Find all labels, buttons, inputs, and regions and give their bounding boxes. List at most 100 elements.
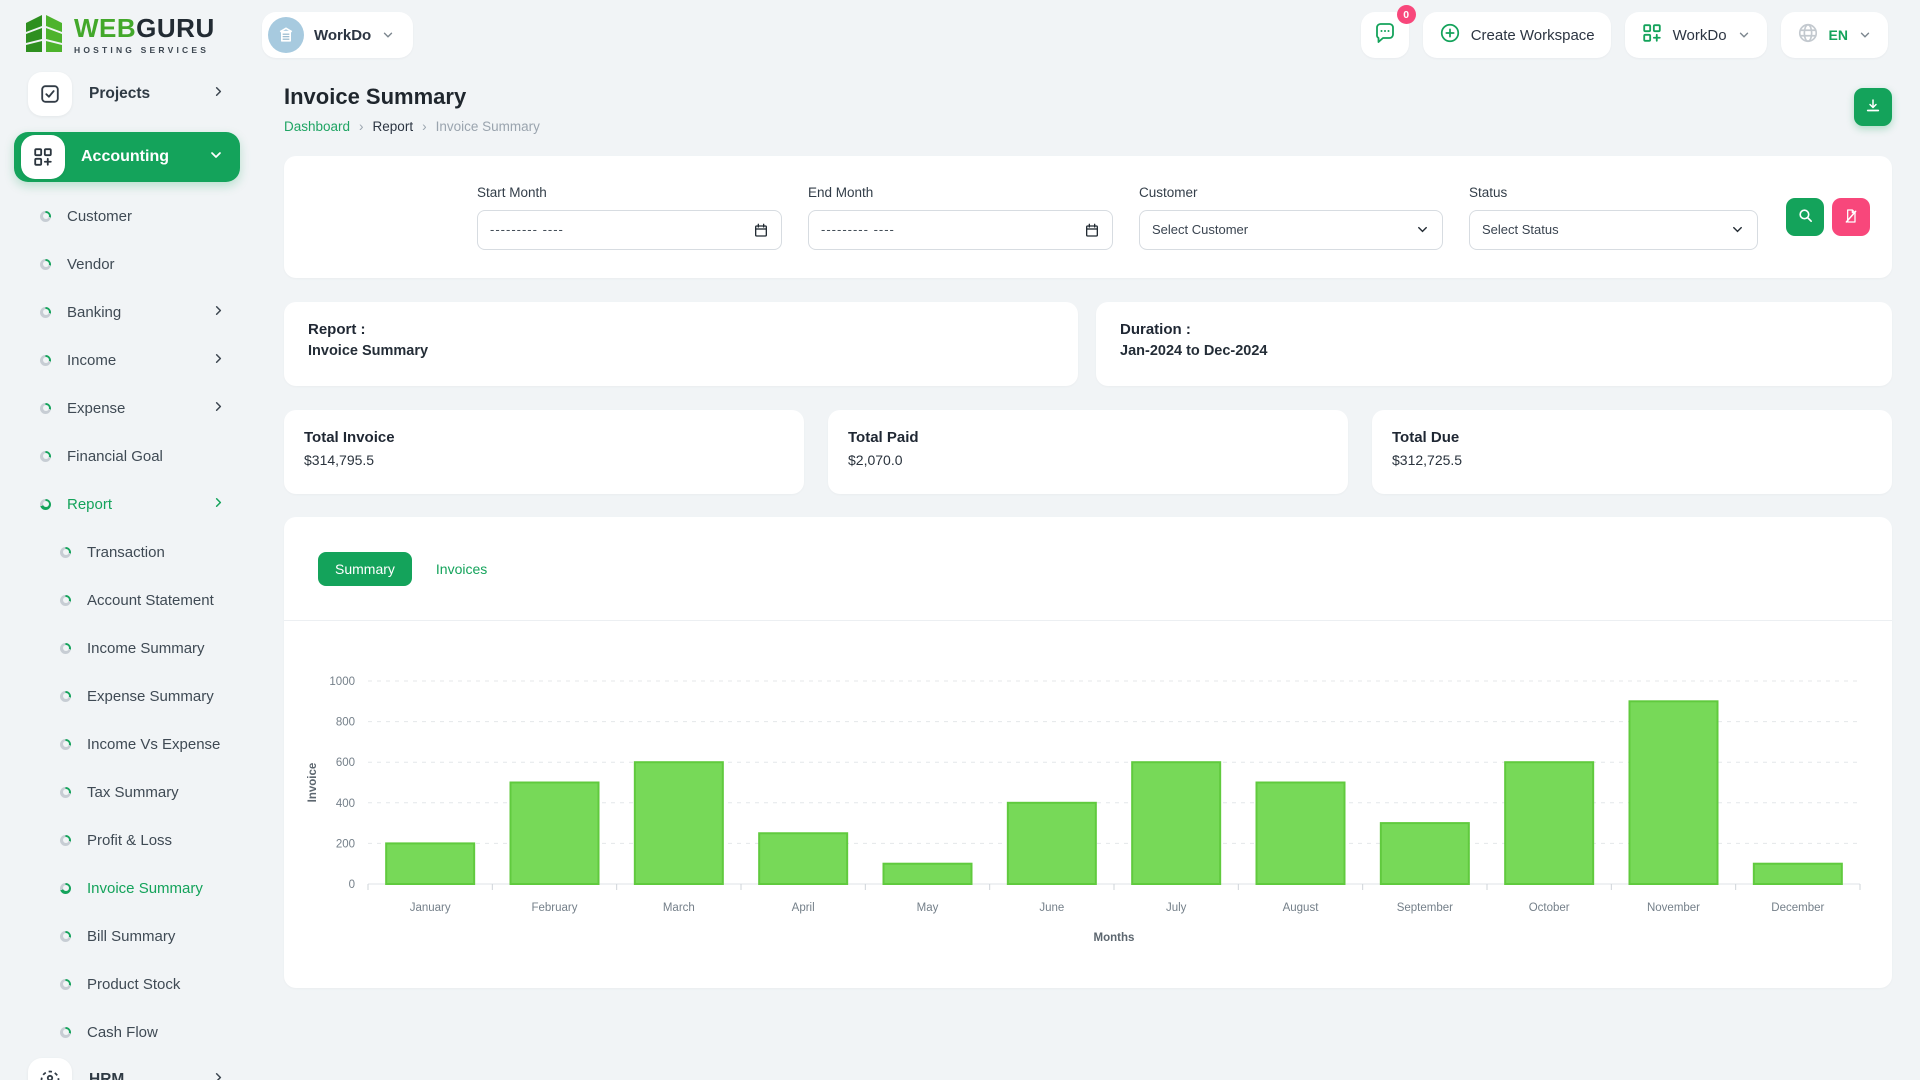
bullet-donut-icon xyxy=(40,354,51,366)
end-month-input[interactable]: --------- ---- xyxy=(808,209,1113,250)
sidebar-item-banking[interactable]: Banking xyxy=(0,288,258,336)
bullet-donut-icon xyxy=(60,738,71,750)
apply-filter-button[interactable] xyxy=(1786,198,1824,236)
messages-button[interactable]: 0 xyxy=(1360,5,1416,58)
total-card-total-due: Total Due $312,725.5 xyxy=(1372,410,1892,494)
svg-text:400: 400 xyxy=(336,798,355,810)
sidebar-item-invoice-summary[interactable]: Invoice Summary xyxy=(0,864,258,912)
sidebar-item-income-summary[interactable]: Income Summary xyxy=(0,624,258,672)
workspace-switcher[interactable]: WorkDo xyxy=(1624,12,1767,58)
sidebar-item-expense[interactable]: Expense xyxy=(0,384,258,432)
chevron-down-icon xyxy=(1737,28,1751,42)
chevron-right-icon xyxy=(211,1070,226,1080)
bullet-donut-icon xyxy=(40,498,51,510)
total-card-label: Total Paid xyxy=(848,429,919,446)
chevron-down-icon xyxy=(208,147,224,168)
sidebar-item-income[interactable]: Income xyxy=(0,336,258,384)
grid-plus-icon xyxy=(21,135,65,179)
sidebar-item-tax-summary[interactable]: Tax Summary xyxy=(0,768,258,816)
bullet-donut-icon xyxy=(40,258,51,270)
tab-summary[interactable]: Summary xyxy=(318,551,412,586)
calendar-icon xyxy=(753,222,769,238)
sidebar-item-label: Profit & Loss xyxy=(87,831,173,849)
breadcrumb-separator: › xyxy=(422,119,427,134)
messages-badge: 0 xyxy=(1396,5,1416,24)
sidebar-item-vendor[interactable]: Vendor xyxy=(0,240,258,288)
bullet-donut-icon xyxy=(40,306,51,318)
sidebar-item-label: Transaction xyxy=(87,543,165,561)
sidebar-item-product-stock[interactable]: Product Stock xyxy=(0,960,258,1008)
plus-circle-icon xyxy=(1439,22,1461,48)
workspace-pill-label: WorkDo xyxy=(314,26,372,44)
workspace-pill[interactable]: WorkDo xyxy=(262,12,414,58)
bar-chart-svg: 0 200 400 600 800 1000 January February March Apr… xyxy=(307,676,1861,944)
svg-text:Months: Months xyxy=(1094,932,1135,944)
svg-text:March: March xyxy=(663,902,695,914)
sidebar-item-label: Accounting xyxy=(81,148,169,165)
status-select[interactable]: Select Status xyxy=(1469,209,1758,250)
svg-text:April: April xyxy=(792,902,815,914)
total-card-label: Total Invoice xyxy=(304,429,395,446)
filter-panel: Start Month --------- ---- End Month ---… xyxy=(284,156,1892,278)
sidebar-item-report[interactable]: Report xyxy=(0,480,258,528)
sidebar-item-customer[interactable]: Customer xyxy=(0,192,258,240)
sidebar-item-expense-summary[interactable]: Expense Summary xyxy=(0,672,258,720)
invoice-bar-chart: 0 200 400 600 800 1000 January February March Apr… xyxy=(284,621,1892,992)
sidebar-item-transaction[interactable]: Transaction xyxy=(0,528,258,576)
svg-text:June: June xyxy=(1039,902,1064,914)
svg-text:October: October xyxy=(1529,902,1570,914)
sidebar-item-financial-goal[interactable]: Financial Goal xyxy=(0,432,258,480)
sidebar-item-accounting[interactable]: Accounting xyxy=(14,132,240,182)
reset-filter-button[interactable] xyxy=(1832,198,1870,236)
status-label: Status xyxy=(1469,184,1508,200)
sidebar-item-label: Cash Flow xyxy=(87,1023,158,1041)
sidebar-item-label: HRM xyxy=(89,1071,125,1080)
sidebar-item-label: Income Vs Expense xyxy=(87,735,221,753)
breadcrumb-separator: › xyxy=(359,119,364,134)
sidebar-item-label: Projects xyxy=(89,85,151,102)
sidebar-item-projects[interactable]: Projects xyxy=(0,70,258,118)
svg-text:200: 200 xyxy=(336,838,355,850)
chevron-right-icon xyxy=(211,399,226,418)
clear-file-icon xyxy=(1843,208,1859,227)
bullet-donut-icon xyxy=(60,882,71,894)
sidebar-item-bill-summary[interactable]: Bill Summary xyxy=(0,912,258,960)
sidebar-item-profit-loss[interactable]: Profit & Loss xyxy=(0,816,258,864)
report-card-title: Report : xyxy=(308,321,366,338)
customer-select[interactable]: Select Customer xyxy=(1139,209,1443,250)
chevron-down-icon xyxy=(1730,222,1745,237)
tab-invoices[interactable]: Invoices xyxy=(432,552,491,586)
svg-text:Invoice: Invoice xyxy=(307,763,319,803)
chevron-right-icon xyxy=(211,351,226,370)
sidebar-item-label: Banking xyxy=(67,303,122,321)
svg-text:600: 600 xyxy=(336,757,355,769)
search-icon xyxy=(1797,207,1814,227)
breadcrumb-dashboard[interactable]: Dashboard xyxy=(284,119,350,134)
chevron-down-icon xyxy=(1858,28,1872,42)
workspace-switcher-label: WorkDo xyxy=(1672,26,1727,44)
sidebar-item-label: Account Statement xyxy=(87,591,214,609)
report-card-value: Invoice Summary xyxy=(308,343,429,359)
language-label: EN xyxy=(1828,27,1848,43)
total-card-total-invoice: Total Invoice $314,795.5 xyxy=(284,410,804,494)
sidebar-item-income-vs-expense[interactable]: Income Vs Expense xyxy=(0,720,258,768)
start-month-label: Start Month xyxy=(477,184,547,200)
sidebar-item-label: Invoice Summary xyxy=(87,879,203,897)
chevron-right-icon xyxy=(211,84,226,104)
download-button[interactable] xyxy=(1854,88,1892,126)
language-switcher[interactable]: EN xyxy=(1780,12,1888,58)
app-root: WEBGURU HOSTING SERVICES WorkDo 0 Create… xyxy=(0,0,1920,1080)
breadcrumb-report[interactable]: Report xyxy=(373,119,414,134)
chart-tabs: Summary Invoices xyxy=(284,517,1892,621)
sidebar-item-label: Expense Summary xyxy=(87,687,214,705)
sidebar-item-hrm[interactable]: HRM xyxy=(0,1056,258,1080)
topbar: WEBGURU HOSTING SERVICES WorkDo 0 Create… xyxy=(0,0,1920,70)
bullet-donut-icon xyxy=(40,402,51,414)
svg-text:800: 800 xyxy=(336,717,355,729)
sidebar-item-cash-flow[interactable]: Cash Flow xyxy=(0,1008,258,1056)
sidebar-item-account-statement[interactable]: Account Statement xyxy=(0,576,258,624)
start-month-input[interactable]: --------- ---- xyxy=(477,209,782,250)
create-workspace-button[interactable]: Create Workspace xyxy=(1422,12,1611,58)
grid-plus-icon xyxy=(1641,22,1663,48)
webguru-logo[interactable]: WEBGURU HOSTING SERVICES xyxy=(24,11,250,60)
